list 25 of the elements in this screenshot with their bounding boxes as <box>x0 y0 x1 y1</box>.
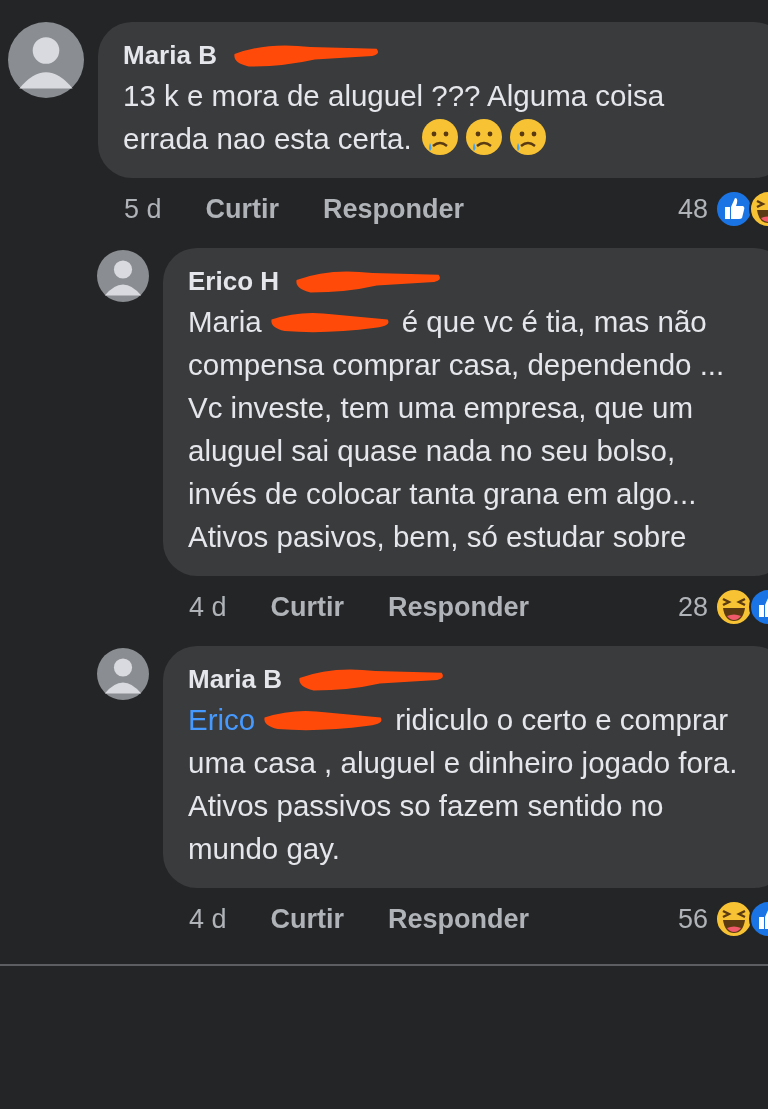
commenter-name[interactable]: Maria B <box>188 663 282 695</box>
comment-time: 5 d <box>124 193 162 225</box>
commenter-name[interactable]: Maria B <box>123 39 217 71</box>
avatar-icon[interactable] <box>97 648 149 700</box>
comment-text: 13 k e mora de aluguel ??? Alguma coisa errada nao esta certa. <box>123 78 666 159</box>
reaction-count: 48 <box>677 193 708 225</box>
reply-link[interactable]: Responder <box>388 903 530 935</box>
avatar-icon[interactable] <box>8 22 84 98</box>
crying-face-icon <box>463 117 504 157</box>
like-link[interactable]: Curtir <box>270 903 345 935</box>
mention-link[interactable]: Erico <box>188 703 256 736</box>
comment-time: 4 d <box>189 903 227 935</box>
like-link[interactable]: Curtir <box>270 591 345 623</box>
comment-text: Erico ridiculo o certo e comprar uma casa , aluguel e dinheiro jogado fora. Ativos passivos so fazem sentido no mundo gay. <box>188 702 739 867</box>
crying-face-icon <box>419 117 460 157</box>
crying-face-icon <box>507 117 548 157</box>
comment-text: Maria é que vc é tia, mas não compensa comprar casa, dependendo ... Vc investe, tem uma empresa, que um aluguel sai quase nada no seu bolso, invés de colocar tanta grana em algo... Ativos pasivos, bem, só estudar sobre <box>188 304 726 555</box>
reply-link[interactable]: Responder <box>388 591 530 623</box>
like-link[interactable]: Curtir <box>205 193 280 225</box>
reaction-count: 28 <box>677 591 708 623</box>
comment-time: 4 d <box>189 591 227 623</box>
reply-link[interactable]: Responder <box>323 193 465 225</box>
commenter-name[interactable]: Erico H <box>188 265 280 297</box>
avatar-icon[interactable] <box>97 250 149 302</box>
reaction-count: 56 <box>677 903 708 935</box>
